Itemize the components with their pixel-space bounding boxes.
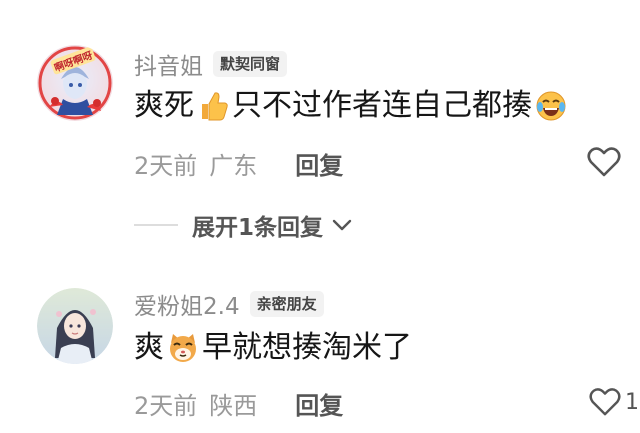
- expand-replies-label: 展开1条回复: [192, 215, 324, 241]
- comment-meta: 2天前 广东 回复: [134, 146, 343, 180]
- relationship-badge: 亲密朋友: [249, 291, 324, 317]
- expand-replies-button[interactable]: 展开1条回复: [134, 208, 353, 242]
- thumbs-up-icon: [202, 92, 228, 121]
- chevron-down-icon: [332, 219, 352, 231]
- comment-time: 2天前: [134, 151, 198, 180]
- comment-text-part: 爽: [134, 330, 164, 365]
- username[interactable]: 抖音姐: [134, 47, 203, 81]
- comment-text-part: 爽死: [134, 88, 194, 123]
- comment-text-part: 早就想揍淘米了: [202, 330, 412, 365]
- like-count: 1: [625, 389, 639, 415]
- like-button[interactable]: [587, 146, 621, 178]
- comment-text-part: 只不过作者连自己都揍: [232, 88, 532, 123]
- heart-icon: [589, 388, 621, 416]
- divider: [134, 224, 178, 226]
- reply-button[interactable]: 回复: [295, 386, 343, 421]
- avatar[interactable]: [37, 288, 113, 364]
- avatar[interactable]: 啊呀啊呀: [37, 45, 113, 121]
- comment-location: 广东: [209, 151, 258, 180]
- laughing-tears-icon: [536, 91, 566, 121]
- comment-text: 爽死 只不过作者连自己都揍: [134, 84, 570, 128]
- comment-header: 爱粉姐2.4 亲密朋友: [134, 287, 324, 321]
- username[interactable]: 爱粉姐2.4: [134, 287, 240, 321]
- like-button[interactable]: 1: [589, 387, 639, 417]
- reply-button[interactable]: 回复: [295, 146, 343, 181]
- heart-icon: [587, 147, 621, 177]
- cat-face-icon: [170, 334, 196, 362]
- comment-text: 爽 早就想揍淘米了: [134, 326, 412, 370]
- comment-header: 抖音姐 默契同窗: [134, 47, 288, 81]
- comment-location: 陕西: [209, 391, 258, 420]
- comment-time: 2天前: [134, 391, 198, 420]
- comment-meta: 2天前 陕西 回复: [134, 386, 343, 420]
- relationship-badge: 默契同窗: [213, 51, 288, 77]
